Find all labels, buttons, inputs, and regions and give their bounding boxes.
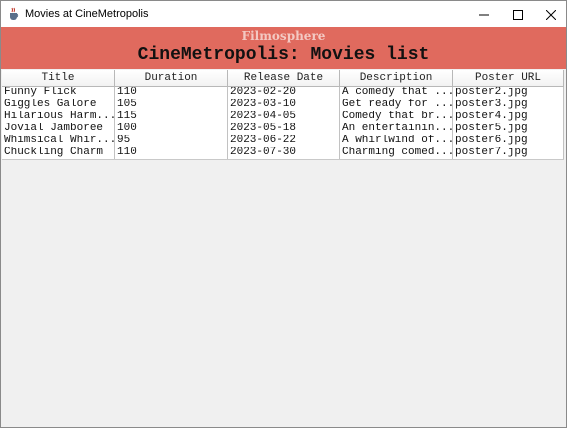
cell-release-date[interactable]: 2023-06-22: [228, 135, 340, 147]
header-banner: Filmosphere CineMetropolis: Movies list: [1, 27, 566, 69]
column-header-duration[interactable]: Duration: [115, 70, 228, 87]
cell-description[interactable]: Get ready for ...: [340, 99, 453, 111]
cell-release-date[interactable]: 2023-04-05: [228, 111, 340, 123]
window-title: Movies at CineMetropolis: [25, 8, 149, 20]
cell-title[interactable]: Jovial Jamboree: [2, 123, 115, 135]
cell-poster-url[interactable]: poster3.jpg: [453, 99, 564, 111]
cell-poster-url[interactable]: poster7.jpg: [453, 147, 564, 159]
close-icon: [546, 9, 556, 20]
cell-duration[interactable]: 110: [115, 87, 228, 99]
table-row[interactable]: Hilarious Harm... 115 2023-04-05 Comedy …: [2, 111, 564, 123]
cell-duration[interactable]: 110: [115, 147, 228, 159]
cell-poster-url[interactable]: poster6.jpg: [453, 135, 564, 147]
cell-title[interactable]: Whimsical Whir...: [2, 135, 115, 147]
close-button[interactable]: [534, 1, 566, 28]
app-window: Movies at CineMetropolis Filmosphere Cin…: [0, 0, 567, 428]
table-row[interactable]: Chuckling Charm 110 2023-07-30 Charming …: [2, 147, 564, 159]
java-cup-icon: [10, 7, 19, 20]
table-row[interactable]: Funny Flick 110 2023-02-20 A comedy that…: [2, 87, 564, 99]
cell-release-date[interactable]: 2023-07-30: [228, 147, 340, 159]
table-row[interactable]: Giggles Galore 105 2023-03-10 Get ready …: [2, 99, 564, 111]
brand-label: Filmosphere: [241, 29, 326, 43]
cell-title[interactable]: Chuckling Charm: [2, 147, 115, 159]
cell-poster-url[interactable]: poster4.jpg: [453, 111, 564, 123]
table-body: Funny Flick 110 2023-02-20 A comedy that…: [2, 87, 564, 160]
cell-release-date[interactable]: 2023-03-10: [228, 99, 340, 111]
maximize-icon: [513, 9, 523, 20]
cell-duration[interactable]: 95: [115, 135, 228, 147]
column-header-poster-url[interactable]: Poster URL: [453, 70, 564, 87]
cell-description[interactable]: Comedy that br...: [340, 111, 453, 123]
table-header: Title Duration Release Date Description …: [2, 70, 564, 87]
cell-title[interactable]: Funny Flick: [2, 87, 115, 99]
page-title: CineMetropolis: Movies list: [137, 45, 430, 65]
cell-release-date[interactable]: 2023-05-18: [228, 123, 340, 135]
cell-poster-url[interactable]: poster2.jpg: [453, 87, 564, 99]
cell-description[interactable]: An entertainin...: [340, 123, 453, 135]
maximize-button[interactable]: [501, 1, 535, 28]
cell-duration[interactable]: 105: [115, 99, 228, 111]
cell-duration[interactable]: 115: [115, 111, 228, 123]
minimize-button[interactable]: [467, 1, 501, 28]
table-row[interactable]: Jovial Jamboree 100 2023-05-18 An entert…: [2, 123, 564, 135]
column-header-title[interactable]: Title: [2, 70, 115, 87]
movies-table: Title Duration Release Date Description …: [1, 69, 566, 427]
column-header-description[interactable]: Description: [340, 70, 453, 87]
cell-description[interactable]: A whirlwind of...: [340, 135, 453, 147]
cell-poster-url[interactable]: poster5.jpg: [453, 123, 564, 135]
cell-description[interactable]: Charming comed...: [340, 147, 453, 159]
cell-title[interactable]: Hilarious Harm...: [2, 111, 115, 123]
cell-release-date[interactable]: 2023-02-20: [228, 87, 340, 99]
column-header-release-date[interactable]: Release Date: [228, 70, 340, 87]
minimize-icon: [479, 14, 489, 15]
cell-description[interactable]: A comedy that ...: [340, 87, 453, 99]
cell-title[interactable]: Giggles Galore: [2, 99, 115, 111]
table-row[interactable]: Whimsical Whir... 95 2023-06-22 A whirlw…: [2, 135, 564, 147]
cell-duration[interactable]: 100: [115, 123, 228, 135]
title-bar[interactable]: Movies at CineMetropolis: [1, 1, 566, 28]
